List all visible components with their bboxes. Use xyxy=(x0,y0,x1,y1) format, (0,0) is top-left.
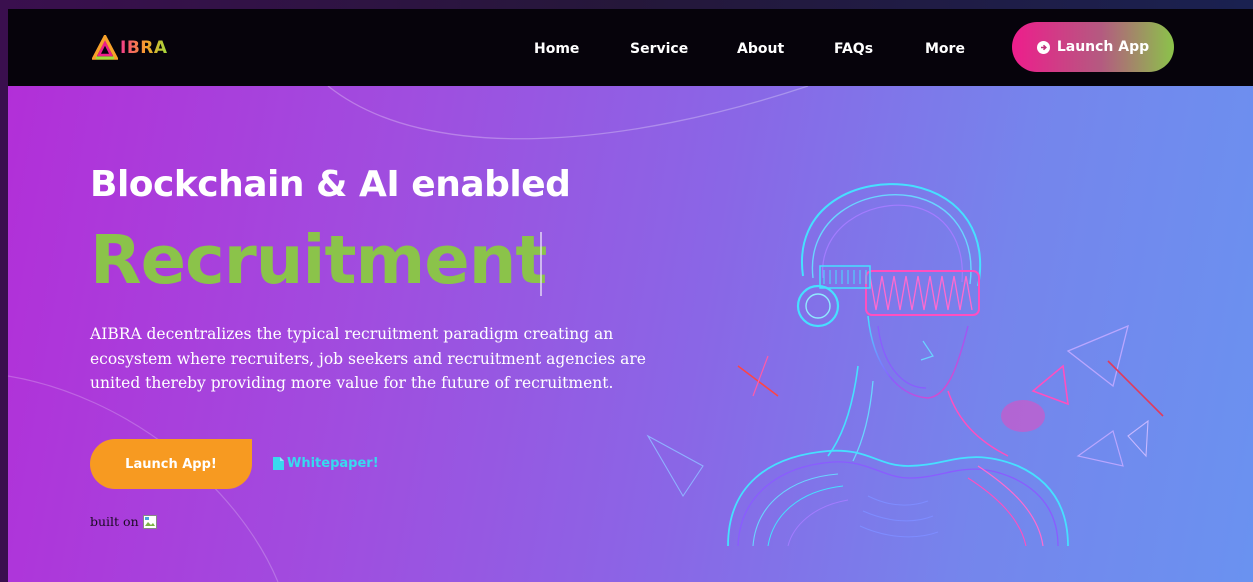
typing-cursor xyxy=(540,232,542,296)
broken-image-icon xyxy=(142,514,157,529)
nav-more-link[interactable]: More xyxy=(925,41,965,57)
brand-logo[interactable]: IBRA xyxy=(92,28,182,68)
hero-subtitle: Blockchain & AI enabled xyxy=(90,164,571,205)
built-on-note: built on xyxy=(90,514,157,529)
hero-description: AIBRA decentralizes the typical recruitm… xyxy=(90,325,646,392)
nav-service-link[interactable]: Service xyxy=(630,41,688,57)
launch-app-label: Launch App xyxy=(1056,39,1150,55)
whitepaper-link[interactable]: Whitepaper! xyxy=(273,456,379,471)
whitepaper-label: Whitepaper! xyxy=(287,456,379,471)
nav-faqs-link[interactable]: FAQs xyxy=(834,41,873,57)
launch-app-button[interactable]: Launch App xyxy=(1012,22,1174,72)
built-on-label: built on xyxy=(90,514,139,529)
document-icon xyxy=(273,457,284,470)
hero-section: Blockchain & AI enabled Recruitment AIBR… xyxy=(8,86,1253,582)
nav-home-link[interactable]: Home xyxy=(534,41,579,57)
nav-about-link[interactable]: About xyxy=(737,41,784,57)
hero-launch-app-button[interactable]: Launch App! xyxy=(90,439,252,489)
arrow-right-circle-icon xyxy=(1036,40,1050,54)
vr-headset-figure-illustration xyxy=(646,183,1164,546)
brand-name: IBRA xyxy=(120,38,168,58)
logo-mark-icon xyxy=(92,35,118,60)
hero-title: Recruitment xyxy=(90,221,547,299)
